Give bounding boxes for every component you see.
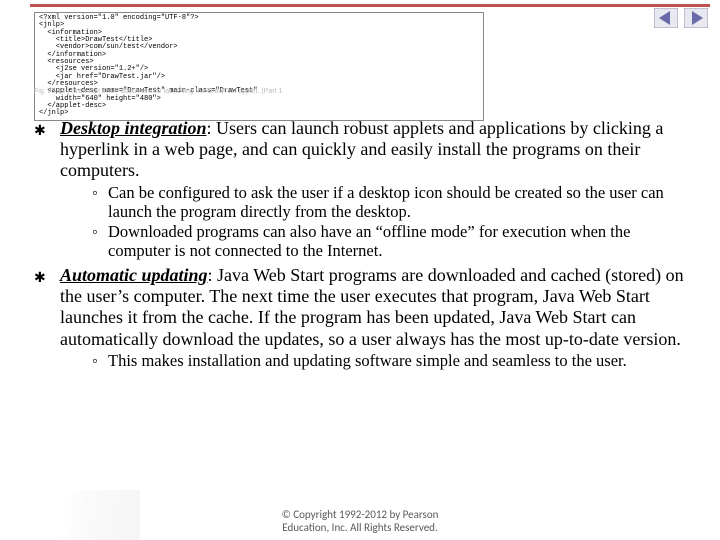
next-arrow-icon	[684, 8, 708, 28]
sub-text: Downloaded programs can also have an “of…	[108, 223, 686, 261]
bullet-body: Desktop integration: Users can launch ro…	[60, 118, 686, 263]
prev-arrow-icon	[654, 8, 678, 28]
sub-bullet-icon: ◦	[92, 184, 108, 222]
copyright-footer: © Copyright 1992-2012 by Pearson Educati…	[0, 508, 720, 534]
bullet-body: Automatic updating: Java Web Start progr…	[60, 265, 686, 373]
slide-body: ✱ Desktop integration: Users can launch …	[34, 118, 686, 375]
sub-text: Can be configured to ask the user if a d…	[108, 184, 686, 222]
footer-line-1: © Copyright 1992-2012 by Pearson	[282, 508, 439, 521]
term: Automatic updating	[60, 265, 208, 285]
next-button[interactable]	[684, 8, 708, 28]
sub-text: This makes installation and updating sof…	[108, 352, 686, 371]
top-rule	[30, 4, 710, 7]
bullet-item: ✱ Automatic updating: Java Web Start pro…	[34, 265, 686, 373]
bullet-icon: ✱	[34, 265, 60, 373]
bullet-icon: ✱	[34, 118, 60, 263]
sub-item: ◦ Downloaded programs can also have an “…	[92, 223, 686, 261]
nav-buttons	[654, 8, 708, 28]
term: Desktop integration	[60, 118, 207, 138]
sub-item: ◦ This makes installation and updating s…	[92, 352, 686, 371]
code-snippet: <?xml version="1.0" encoding="UTF-8"?> <…	[34, 12, 484, 121]
bullet-item: ✱ Desktop integration: Users can launch …	[34, 118, 686, 263]
figure-caption: Fig. 23.13 | DrawTest JNLP document for …	[34, 88, 282, 95]
sub-bullet-icon: ◦	[92, 352, 108, 371]
sub-bullet-icon: ◦	[92, 223, 108, 261]
sub-item: ◦ Can be configured to ask the user if a…	[92, 184, 686, 222]
footer-line-2: Education, Inc. All Rights Reserved.	[282, 521, 437, 534]
prev-button[interactable]	[654, 8, 678, 28]
